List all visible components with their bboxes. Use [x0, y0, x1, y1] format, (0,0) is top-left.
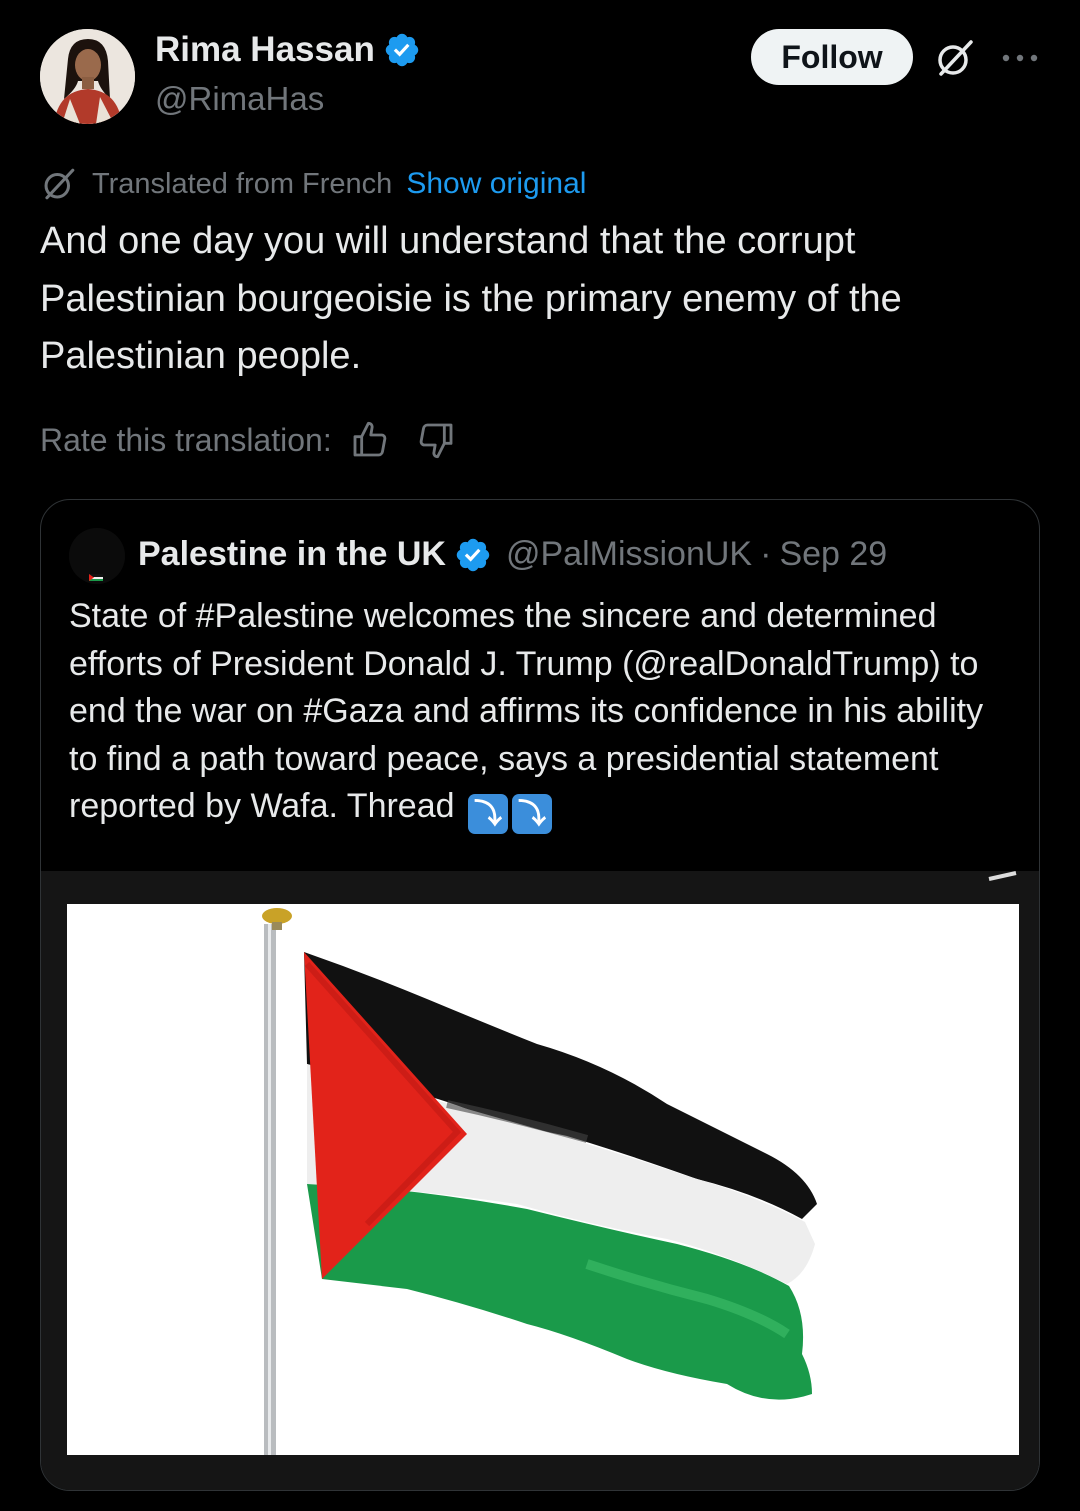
quoted-author-name[interactable]: Palestine in the UK	[138, 535, 446, 574]
grok-slash-icon[interactable]	[933, 36, 977, 80]
author-avatar[interactable]	[40, 29, 135, 124]
quoted-separator: ·	[760, 535, 772, 573]
grok-slash-icon	[44, 168, 75, 200]
translated-from-label: Translated from French	[92, 167, 393, 200]
quoted-tweet-text: State of #Palestine welcomes the sincere…	[69, 593, 1019, 834]
more-dots-icon[interactable]	[998, 36, 1042, 80]
author-name[interactable]: Rima Hassan	[155, 30, 375, 70]
arrow-down-emoji-icon: ⤵	[468, 794, 508, 834]
arrow-down-emoji-icon: ⤵	[512, 794, 552, 834]
rate-translation-row: Rate this translation:	[40, 420, 456, 460]
quoted-text-body: State of #Palestine welcomes the sincere…	[69, 597, 984, 825]
follow-button[interactable]: Follow	[751, 29, 913, 85]
quoted-date[interactable]: Sep 29	[779, 535, 887, 574]
thumb-down-icon[interactable]	[416, 420, 456, 460]
rate-translation-label: Rate this translation:	[40, 421, 332, 458]
avatar-portrait	[40, 29, 135, 124]
author-name-row: Rima Hassan	[155, 30, 421, 70]
quoted-author-avatar[interactable]	[69, 528, 125, 584]
tweet-text: And one day you will understand that the…	[40, 220, 902, 377]
show-original-link[interactable]: Show original	[406, 167, 586, 201]
verified-badge-icon	[456, 538, 490, 571]
author-handle[interactable]: @RimaHas	[155, 80, 324, 118]
translation-row: Translated from French Show original	[40, 165, 586, 203]
quoted-header: Palestine in the UK @PalMissionUK · Sep …	[138, 535, 887, 574]
palestine-flag-icon	[69, 528, 125, 584]
quoted-media[interactable]	[41, 871, 1039, 1490]
thumb-up-icon[interactable]	[350, 420, 390, 460]
quoted-tweet-card[interactable]: Palestine in the UK @PalMissionUK · Sep …	[40, 499, 1040, 1491]
quoted-author-handle[interactable]: @PalMissionUK	[506, 535, 752, 574]
palestine-flag-photo	[67, 904, 1019, 1455]
verified-badge-icon	[385, 33, 419, 67]
